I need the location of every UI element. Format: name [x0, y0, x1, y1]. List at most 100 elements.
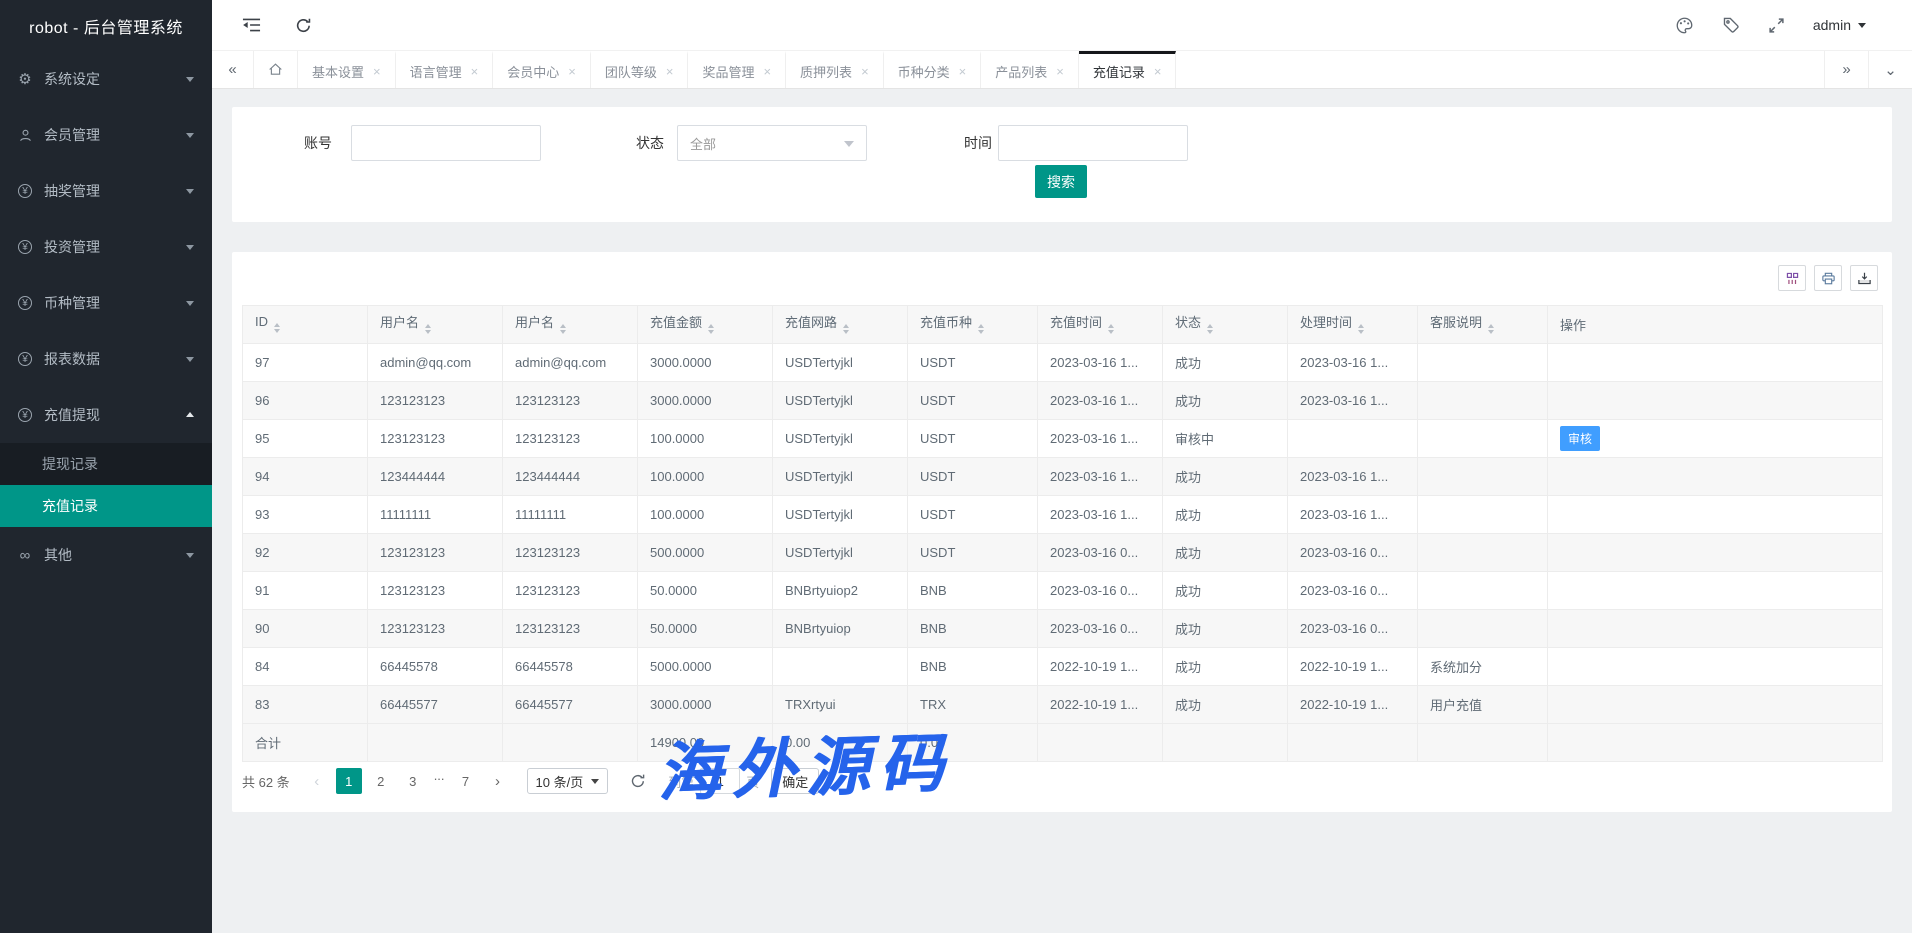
sidebar-item[interactable]: ¥币种管理	[0, 275, 212, 331]
export-icon[interactable]	[1850, 265, 1878, 291]
sort-icon[interactable]	[425, 321, 431, 337]
tabs-menu-icon[interactable]: ⌄	[1868, 51, 1912, 88]
collapse-menu-icon[interactable]	[242, 17, 261, 33]
table-cell: 50.0000	[638, 572, 773, 610]
close-icon[interactable]: ×	[1154, 65, 1162, 78]
close-icon[interactable]: ×	[959, 65, 967, 78]
table-cell: 3000.0000	[638, 382, 773, 420]
user-dropdown[interactable]: admin	[1813, 17, 1866, 33]
sort-icon[interactable]	[708, 321, 714, 337]
column-header[interactable]: 用户名	[503, 306, 638, 344]
sidebar-item[interactable]: ⚙系统设定	[0, 51, 212, 107]
close-icon[interactable]: ×	[568, 65, 576, 78]
column-header[interactable]: 充值金额	[638, 306, 773, 344]
sort-desc-icon	[274, 329, 280, 336]
sidebar-item[interactable]: ¥报表数据	[0, 331, 212, 387]
tab-item[interactable]: 奖品管理×	[688, 51, 786, 88]
sort-icon[interactable]	[978, 321, 984, 337]
sort-icon[interactable]	[843, 321, 849, 337]
table-cell: 66445578	[503, 648, 638, 686]
sidebar-item[interactable]: ¥抽奖管理	[0, 163, 212, 219]
jump-page-input[interactable]	[700, 768, 740, 794]
column-header[interactable]: 充值时间	[1038, 306, 1163, 344]
close-icon[interactable]: ×	[373, 65, 381, 78]
page-size-select[interactable]: 10 条/页	[527, 768, 609, 794]
sort-icon[interactable]	[1108, 321, 1114, 337]
column-header[interactable]: 充值网路	[773, 306, 908, 344]
refresh-icon[interactable]	[295, 17, 312, 34]
table-cell: 96	[243, 382, 368, 420]
table-cell: 83	[243, 686, 368, 724]
status-select[interactable]: 全部	[677, 125, 867, 161]
tab-item[interactable]: 语言管理×	[396, 51, 494, 88]
page-number[interactable]: 2	[368, 768, 394, 794]
close-icon[interactable]: ×	[1056, 65, 1064, 78]
table-cell: 2023-03-16 0...	[1038, 610, 1163, 648]
account-input[interactable]	[351, 125, 541, 161]
column-header[interactable]: 处理时间	[1288, 306, 1418, 344]
sort-icon[interactable]	[274, 320, 280, 336]
tab-item[interactable]: 充值记录×	[1079, 51, 1177, 88]
tabs-scroll-right-icon[interactable]: »	[1824, 51, 1868, 88]
tab-item[interactable]: 会员中心×	[493, 51, 591, 88]
sidebar-subitem[interactable]: 充值记录	[0, 485, 212, 527]
tab-item[interactable]: 质押列表×	[786, 51, 884, 88]
table-cell: USDTertyjkl	[773, 534, 908, 572]
column-header[interactable]: 状态	[1163, 306, 1288, 344]
page-number[interactable]: 3	[400, 768, 426, 794]
table-cell: 2023-03-16 1...	[1038, 458, 1163, 496]
tab-item[interactable]: 币种分类×	[884, 51, 982, 88]
tab-item[interactable]: 基本设置×	[298, 51, 396, 88]
prev-page-icon[interactable]: ‹	[304, 768, 330, 794]
sidebar-item[interactable]: ∞其他	[0, 527, 212, 583]
table-cell: USDTertyjkl	[773, 420, 908, 458]
tab-item[interactable]: 产品列表×	[981, 51, 1079, 88]
search-button[interactable]: 搜索	[1035, 165, 1087, 198]
table-toolbar	[1778, 265, 1878, 291]
sort-asc-icon	[425, 321, 431, 328]
table-cell: 2023-03-16 0...	[1038, 572, 1163, 610]
table-cell: 123444444	[503, 458, 638, 496]
print-icon[interactable]	[1814, 265, 1842, 291]
table-cell: 11111111	[503, 496, 638, 534]
page-number[interactable]: 1	[336, 768, 362, 794]
tabs-scroll-left-icon[interactable]: «	[212, 51, 254, 88]
close-icon[interactable]: ×	[666, 65, 674, 78]
pagination-refresh-icon[interactable]	[630, 773, 646, 789]
close-icon[interactable]: ×	[861, 65, 869, 78]
column-header[interactable]: 客服说明	[1418, 306, 1548, 344]
confirm-button[interactable]: 确定	[771, 768, 819, 794]
columns-icon[interactable]	[1778, 265, 1806, 291]
status-select-value: 全部	[690, 134, 716, 153]
page-ellipsis: ...	[432, 768, 447, 794]
sidebar-item[interactable]: ¥充值提现	[0, 387, 212, 443]
sort-icon[interactable]	[560, 321, 566, 337]
sort-icon[interactable]	[1207, 321, 1213, 337]
sidebar-item[interactable]: ¥投资管理	[0, 219, 212, 275]
home-tab[interactable]	[254, 51, 298, 88]
column-header[interactable]: ID	[243, 306, 368, 344]
next-page-icon[interactable]: ›	[485, 768, 511, 794]
table-cell: 123123123	[368, 534, 503, 572]
sort-icon[interactable]	[1488, 321, 1494, 337]
sort-asc-icon	[1358, 321, 1364, 328]
fullscreen-icon[interactable]	[1768, 17, 1785, 34]
column-header[interactable]: 用户名	[368, 306, 503, 344]
tab-item[interactable]: 团队等级×	[591, 51, 689, 88]
tag-icon[interactable]	[1722, 16, 1740, 34]
table-cell: 123123123	[503, 534, 638, 572]
page-number[interactable]: 7	[453, 768, 479, 794]
chevron-down-icon	[186, 133, 194, 142]
sort-icon[interactable]	[1358, 321, 1364, 337]
time-input[interactable]	[998, 125, 1188, 161]
table-cell: 123123123	[368, 420, 503, 458]
time-label: 时间	[964, 125, 992, 161]
palette-icon[interactable]	[1675, 16, 1694, 35]
sidebar-subitem[interactable]: 提现记录	[0, 443, 212, 485]
column-header[interactable]: 充值币种	[908, 306, 1038, 344]
audit-button[interactable]: 审核	[1560, 426, 1600, 451]
sidebar-item[interactable]: 会员管理	[0, 107, 212, 163]
close-icon[interactable]: ×	[763, 65, 771, 78]
table-row: 9112312312312312312350.0000BNBrtyuiop2BN…	[243, 572, 1883, 610]
close-icon[interactable]: ×	[471, 65, 479, 78]
